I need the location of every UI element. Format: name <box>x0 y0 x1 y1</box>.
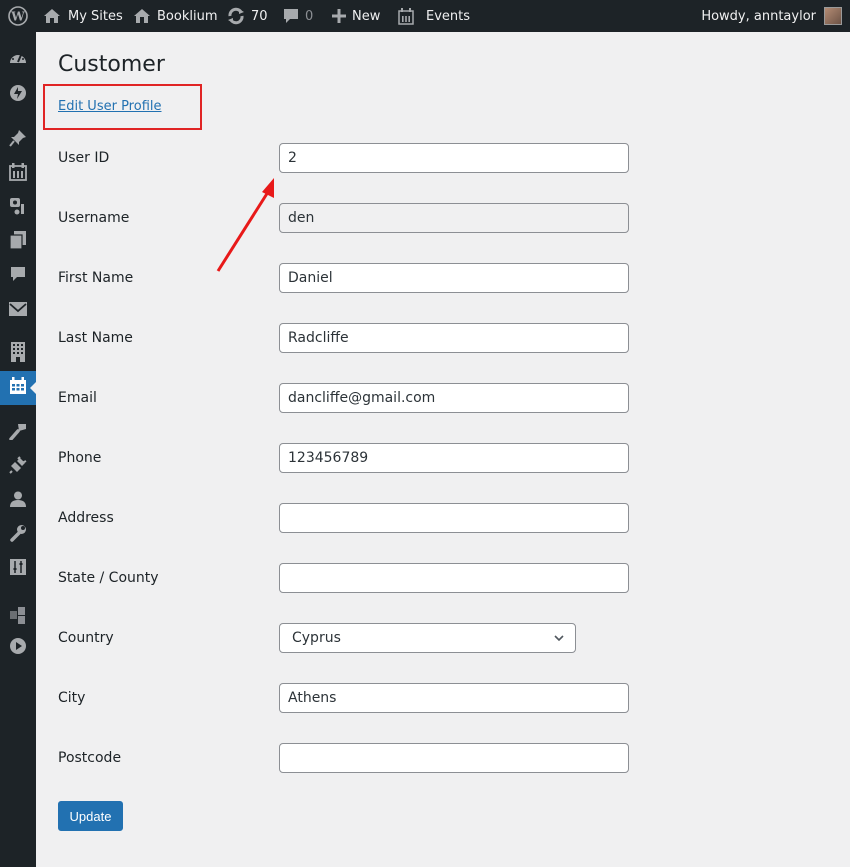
sidebar-item-posts[interactable] <box>0 123 36 157</box>
sidebar-item-pages[interactable] <box>0 225 36 259</box>
main-content: Customer Edit User Profile User ID 2 Usern… <box>36 32 850 867</box>
state-county-label: State / County <box>58 570 159 586</box>
last-name-value: Radcliffe <box>288 330 349 346</box>
sidebar-item-calendar[interactable] <box>0 157 36 191</box>
phone-label: Phone <box>58 450 102 466</box>
booking-icon <box>9 84 27 106</box>
site-name-menu[interactable]: Booklium <box>133 0 217 32</box>
city-input[interactable]: Athens <box>279 683 629 713</box>
sidebar-item-comments[interactable] <box>0 259 36 293</box>
email-value: dancliffe@gmail.com <box>288 390 436 406</box>
media-icon <box>9 197 27 219</box>
sidebar-item-media[interactable] <box>0 191 36 225</box>
address-label: Address <box>58 510 114 526</box>
settings-sliders-icon <box>10 559 26 579</box>
username-value: den <box>288 210 315 226</box>
user-avatar <box>824 7 842 25</box>
sidebar-item-dashboard[interactable] <box>0 43 36 77</box>
state-county-input[interactable] <box>279 563 629 593</box>
building-icon <box>11 342 25 366</box>
city-label: City <box>58 690 86 706</box>
edit-user-profile-link[interactable]: Edit User Profile <box>58 99 162 114</box>
play-icon <box>9 637 27 659</box>
sidebar-item-plugins[interactable] <box>0 450 36 484</box>
update-button[interactable]: Update <box>58 801 123 831</box>
address-input[interactable] <box>279 503 629 533</box>
events-label: Events <box>426 8 471 24</box>
sidebar-item-media-player[interactable] <box>0 631 36 665</box>
user-account-menu[interactable]: Howdy, anntaylor <box>701 0 842 32</box>
events-calendar-icon <box>398 7 414 25</box>
comments-count: 0 <box>305 8 314 24</box>
my-sites-label: My Sites <box>68 8 123 24</box>
first-name-label: First Name <box>58 270 134 286</box>
svg-text:W: W <box>10 10 25 24</box>
posts-pin-icon <box>9 129 27 151</box>
country-select[interactable]: Cyprus <box>279 623 576 653</box>
my-sites-menu[interactable]: My Sites <box>42 0 123 32</box>
email-label: Email <box>58 390 97 406</box>
mail-icon <box>9 301 27 320</box>
admin-sidebar <box>0 32 36 867</box>
comments-icon <box>10 266 26 286</box>
updates-menu[interactable]: 70 <box>227 0 268 32</box>
wordpress-logo[interactable]: W <box>8 0 28 32</box>
calendar-active-icon <box>9 377 27 399</box>
user-id-label: User ID <box>58 150 110 166</box>
updates-refresh-icon <box>227 7 245 25</box>
sidebar-item-tools[interactable] <box>0 518 36 552</box>
sidebar-item-users[interactable] <box>0 484 36 518</box>
admin-bar: W My Sites Booklium 70 0 New Events Howd… <box>0 0 850 32</box>
email-input[interactable]: dancliffe@gmail.com <box>279 383 629 413</box>
username-label: Username <box>58 210 130 226</box>
pages-icon <box>9 231 26 253</box>
updates-count: 70 <box>251 8 268 24</box>
phone-input[interactable]: 123456789 <box>279 443 629 473</box>
last-name-input[interactable]: Radcliffe <box>279 323 629 353</box>
appearance-brush-icon <box>9 422 27 444</box>
plugins-icon <box>9 456 27 478</box>
sidebar-item-blocks[interactable] <box>0 600 36 634</box>
username-input[interactable]: den <box>279 203 629 233</box>
postcode-input[interactable] <box>279 743 629 773</box>
comment-bubble-icon <box>283 8 299 24</box>
home-icon <box>133 8 151 24</box>
comments-menu[interactable]: 0 <box>283 0 313 32</box>
site-name-label: Booklium <box>157 8 218 24</box>
postcode-label: Postcode <box>58 750 122 766</box>
phone-value: 123456789 <box>288 450 369 466</box>
sidebar-item-mail[interactable] <box>0 293 36 327</box>
sidebar-item-booking[interactable] <box>0 78 36 112</box>
country-value: Cyprus <box>292 630 341 646</box>
blocks-icon <box>9 606 27 628</box>
new-label: New <box>352 8 381 24</box>
last-name-label: Last Name <box>58 330 133 346</box>
first-name-input[interactable]: Daniel <box>279 263 629 293</box>
chevron-down-icon <box>553 632 565 648</box>
user-id-input[interactable]: 2 <box>279 143 629 173</box>
calendar-icon <box>9 163 27 185</box>
sidebar-item-bookings-calendar[interactable] <box>0 371 36 405</box>
wordpress-icon: W <box>8 6 28 26</box>
page-title: Customer <box>58 52 165 77</box>
greeting-text: Howdy, anntaylor <box>701 8 816 24</box>
sidebar-item-appearance[interactable] <box>0 416 36 450</box>
country-label: Country <box>58 630 114 646</box>
sidebar-item-properties[interactable] <box>0 337 36 371</box>
plus-icon <box>332 9 346 23</box>
sidebar-item-settings[interactable] <box>0 552 36 586</box>
events-menu[interactable]: Events <box>398 0 470 32</box>
users-icon <box>10 491 26 511</box>
tools-wrench-icon <box>9 524 27 546</box>
first-name-value: Daniel <box>288 270 333 286</box>
new-content-menu[interactable]: New <box>332 0 380 32</box>
user-id-value: 2 <box>288 150 297 166</box>
dashboard-icon <box>9 50 27 70</box>
sites-houses-icon <box>42 8 62 24</box>
city-value: Athens <box>288 690 337 706</box>
